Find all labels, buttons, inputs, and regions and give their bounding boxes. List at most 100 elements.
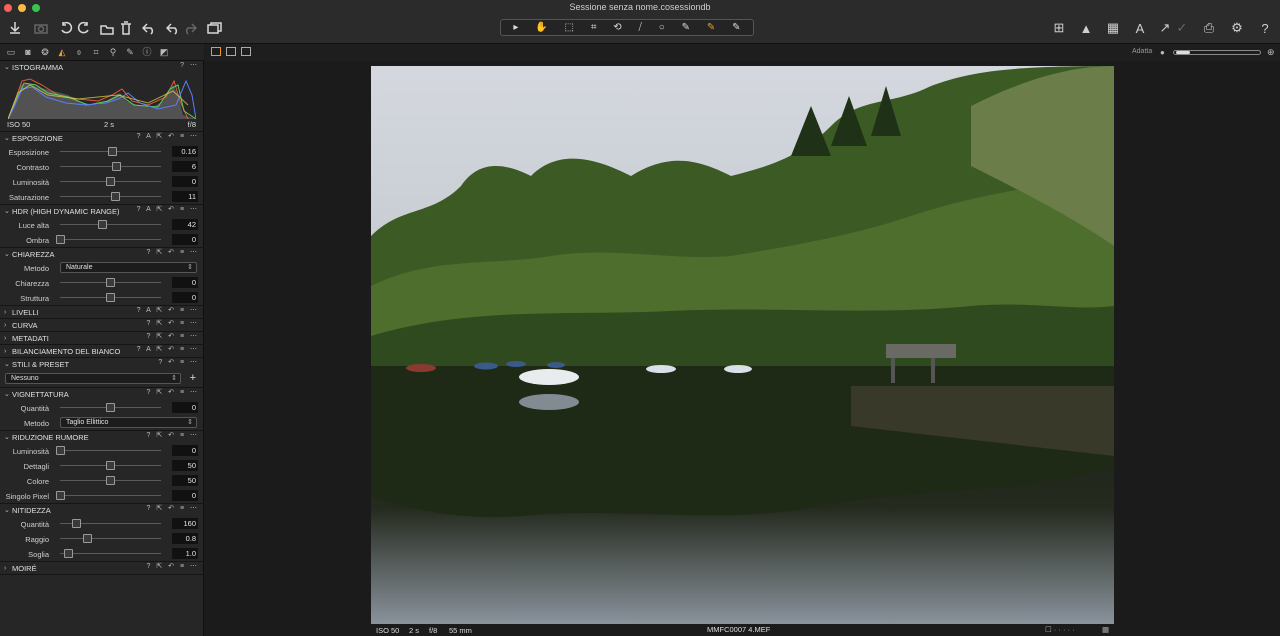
slider-value-field[interactable]: 0 [172, 445, 198, 456]
styles-select[interactable]: Nessuno ⇕ [5, 373, 181, 384]
vignetting-method-select[interactable]: Taglio Ellittico ⇕ [60, 417, 197, 428]
capture-tab-icon[interactable]: ◙ [21, 46, 35, 58]
moire-header[interactable]: › MOIRÉ ? ⇱ ↶ ≡ ⋯ [0, 562, 203, 574]
slider-thumb[interactable] [108, 147, 118, 156]
eyedrop-icon[interactable]: ✓ [1175, 18, 1189, 38]
clarity-header[interactable]: ⌄ CHIAREZZA ? ⇱ ↶ ≡ ⋯ [0, 248, 203, 260]
expand-arrow-icon[interactable]: › [4, 335, 12, 342]
section-actions-icon[interactable]: ? ⇱ ↶ ≡ ⋯ [147, 319, 200, 327]
slider-thumb[interactable] [111, 192, 121, 201]
slider-track[interactable] [60, 495, 161, 496]
crop-tab-icon[interactable]: ⌗ [89, 46, 103, 58]
slider-thumb[interactable] [106, 177, 115, 186]
expand-arrow-icon[interactable]: › [4, 322, 12, 329]
slider-thumb[interactable] [82, 534, 92, 543]
expand-arrow-icon[interactable]: › [4, 309, 12, 316]
levels-header[interactable]: › LIVELLI ? A ⇱ ↶ ≡ ⋯ [0, 306, 203, 318]
slider-value-field[interactable]: 0.16 [172, 146, 198, 157]
text-overlay-icon[interactable]: A [1131, 18, 1149, 38]
slider-value-field[interactable]: 0.8 [172, 533, 198, 544]
histogram-header[interactable]: ⌄ ISTOGRAMMA ? ⋯ [0, 61, 203, 73]
lens-tab-icon[interactable]: ⌽ [72, 46, 86, 58]
section-actions-icon[interactable]: ? ⇱ ↶ ≡ ⋯ [147, 332, 200, 340]
collapse-arrow-icon[interactable]: ⌄ [4, 360, 12, 368]
section-actions-icon[interactable]: ? ⇱ ↶ ≡ ⋯ [147, 248, 200, 256]
slider-value-field[interactable]: 0 [172, 402, 198, 413]
focus-mask-icon[interactable]: ▦ [1104, 18, 1122, 38]
slider-value-field[interactable]: 1.0 [172, 548, 198, 559]
slider-track[interactable] [60, 224, 161, 225]
noise-header[interactable]: ⌄ RIDUZIONE RUMORE ? ⇱ ↶ ≡ ⋯ [0, 431, 203, 443]
collapse-arrow-icon[interactable]: ⌄ [4, 63, 12, 71]
output-tab-icon[interactable]: ◩ [157, 46, 171, 58]
exposure-tab-icon[interactable]: ◭ [55, 46, 69, 58]
slider-thumb[interactable] [63, 549, 73, 558]
zoom-in-icon[interactable]: ⊕ [1267, 47, 1275, 58]
rating-dots-icon[interactable]: ☐ · · · · · [1045, 625, 1075, 634]
undo-icon[interactable] [164, 18, 182, 38]
styles-header[interactable]: ⌄ STILI & PRESET ? ↶ ≡ ⋯ [0, 358, 203, 370]
slider-value-field[interactable]: 160 [172, 518, 198, 529]
section-actions-icon[interactable]: ? ↶ ≡ ⋯ [158, 358, 199, 366]
slider-thumb[interactable] [106, 476, 115, 485]
section-actions-icon[interactable]: ? ⇱ ↶ ≡ ⋯ [147, 431, 200, 439]
slider-value-field[interactable]: 0 [172, 292, 198, 303]
add-style-icon[interactable]: + [190, 372, 196, 384]
slider-track[interactable] [60, 166, 161, 167]
slider-thumb[interactable] [112, 162, 122, 171]
expand-arrow-icon[interactable]: › [4, 565, 12, 572]
slider-thumb[interactable] [106, 293, 115, 302]
zoom-slider[interactable] [1173, 50, 1261, 55]
help-icon[interactable]: ? [1256, 18, 1274, 38]
collapse-arrow-icon[interactable]: ⌄ [4, 433, 12, 441]
info-tab-icon[interactable]: ⓘ [140, 46, 154, 58]
gear-icon[interactable]: ⚙ [1228, 18, 1246, 38]
compare-view-icon[interactable] [241, 47, 251, 56]
slider-thumb[interactable] [106, 278, 115, 287]
single-view-icon[interactable] [226, 47, 236, 56]
vignetting-header[interactable]: ⌄ VIGNETTATURA ? ⇱ ↶ ≡ ⋯ [0, 388, 203, 400]
slider-track[interactable] [60, 239, 161, 240]
crop-cursor-icon[interactable]: ⌗ [591, 22, 597, 33]
section-actions-icon[interactable]: ? A ⇱ ↶ ≡ ⋯ [137, 345, 199, 353]
picker-icon[interactable]: ✎ [732, 22, 740, 33]
slider-thumb[interactable] [106, 403, 115, 412]
rotate-right-icon[interactable] [76, 18, 92, 38]
section-actions-icon[interactable]: ? ⇱ ↶ ≡ ⋯ [147, 388, 200, 396]
slider-track[interactable] [60, 553, 161, 554]
camera-icon[interactable] [32, 18, 50, 38]
erase-mask-icon[interactable]: ✎ [707, 22, 715, 33]
undo-all-icon[interactable] [140, 18, 158, 38]
slider-track[interactable] [60, 538, 161, 539]
slider-value-field[interactable]: 11 [172, 191, 198, 202]
rotate-cursor-icon[interactable]: ⟲ [613, 22, 621, 33]
metadata-header[interactable]: › METADATI ? ⇱ ↶ ≡ ⋯ [0, 332, 203, 344]
curve-header[interactable]: › CURVA ? ⇱ ↶ ≡ ⋯ [0, 319, 203, 331]
select-cursor-icon[interactable]: ▸ [513, 22, 518, 33]
hdr-header[interactable]: ⌄ HDR (HIGH DYNAMIC RANGE) ? A ⇱ ↶ ≡ ⋯ [0, 205, 203, 217]
section-actions-icon[interactable]: ? A ⇱ ↶ ≡ ⋯ [137, 306, 199, 314]
zoom-fit-label[interactable]: Adatta [1132, 48, 1152, 55]
collapse-arrow-icon[interactable]: ⌄ [4, 250, 12, 258]
white-balance-header[interactable]: › BILANCIAMENTO DEL BIANCO ? A ⇱ ↶ ≡ ⋯ [0, 345, 203, 357]
section-actions-icon[interactable]: ? A ⇱ ↶ ≡ ⋯ [137, 205, 199, 213]
stack-icon[interactable] [206, 18, 224, 38]
slider-value-field[interactable]: 0 [172, 277, 198, 288]
sharpening-header[interactable]: ⌄ NITIDEZZA ? ⇱ ↶ ≡ ⋯ [0, 504, 203, 516]
clarity-method-select[interactable]: Naturale ⇕ [60, 262, 197, 273]
slider-track[interactable] [60, 450, 161, 451]
cursor-icon[interactable]: ↗ [1158, 18, 1172, 38]
redo-icon[interactable] [182, 18, 198, 38]
slider-thumb[interactable] [55, 446, 65, 455]
section-actions-icon[interactable]: ? ⇱ ↶ ≡ ⋯ [147, 504, 200, 512]
import-icon[interactable] [6, 18, 24, 38]
local-adjust-tab-icon[interactable]: ✎ [123, 46, 137, 58]
pan-cursor-icon[interactable]: ✋ [535, 22, 547, 33]
collapse-arrow-icon[interactable]: ⌄ [4, 207, 12, 215]
collapse-arrow-icon[interactable]: ⌄ [4, 390, 12, 398]
spot-removal-icon[interactable]: ○ [659, 22, 665, 33]
slider-value-field[interactable]: 0 [172, 176, 198, 187]
color-tag-icon[interactable]: ▦ [1102, 625, 1109, 634]
loupe-cursor-icon[interactable]: ⬚ [565, 22, 574, 33]
expand-arrow-icon[interactable]: › [4, 348, 12, 355]
